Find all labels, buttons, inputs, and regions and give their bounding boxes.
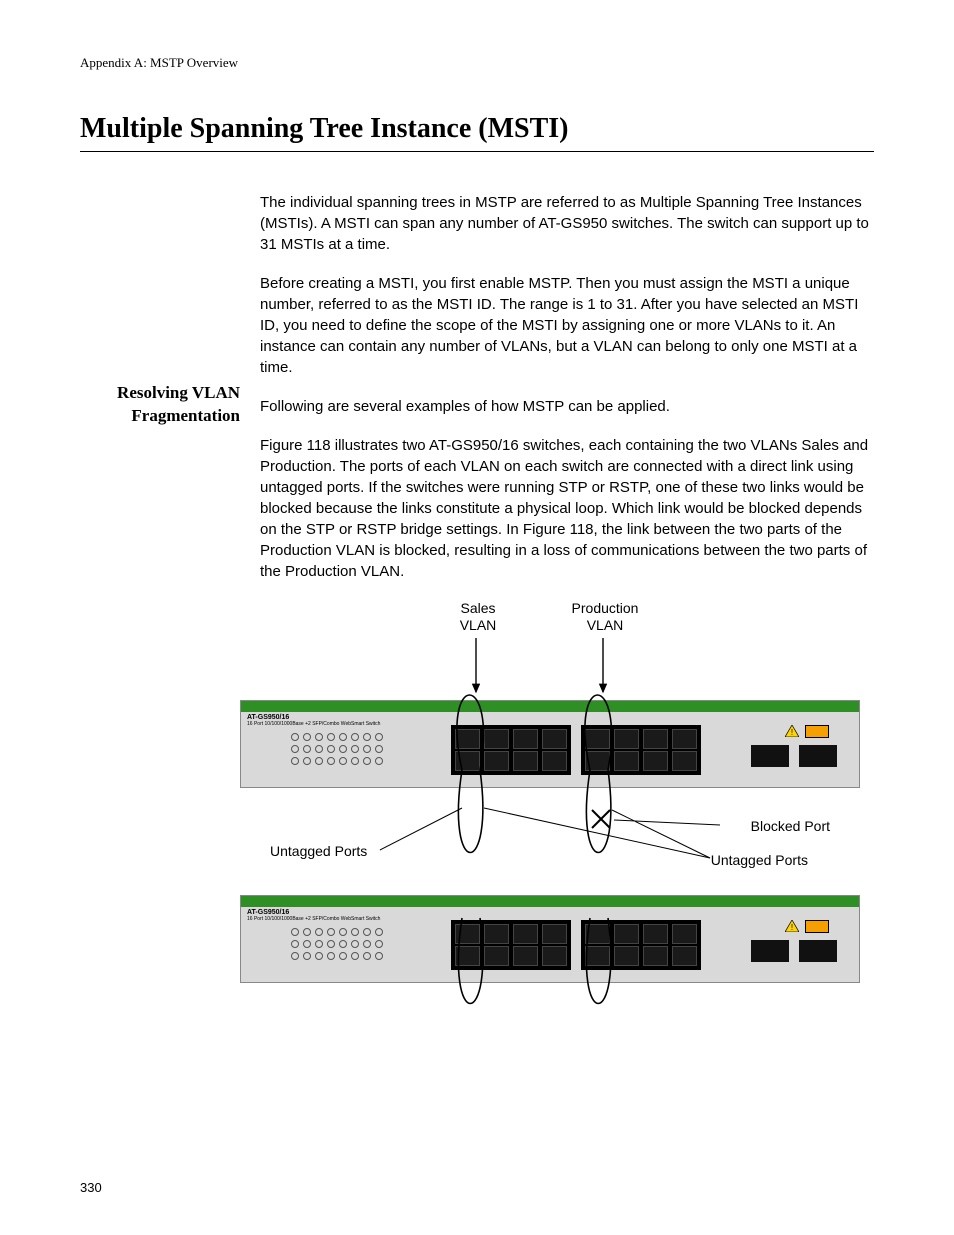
figure-vlan-fragmentation: Sales VLAN Production VLAN Blocked Port … — [240, 600, 860, 1060]
switch-top: AT-GS950/16 16 Port 10/100/1000Base +2 S… — [240, 700, 860, 788]
label-untagged-ports-right: Untagged Ports — [711, 852, 808, 868]
document-page: Appendix A: MSTP Overview Multiple Spann… — [0, 0, 954, 1235]
label-production-vlan: Production VLAN — [560, 600, 650, 634]
port-block-1 — [451, 920, 571, 970]
sidehead-column: Resolving VLAN Fragmentation — [80, 192, 260, 600]
switch-brand-strip — [241, 896, 859, 907]
warning-icon: ! — [785, 920, 799, 932]
port-block-1 — [451, 725, 571, 775]
label-blocked-port: Blocked Port — [751, 818, 830, 834]
svg-text:!: ! — [791, 923, 793, 932]
running-header: Appendix A: MSTP Overview — [80, 55, 874, 71]
sfp-slots — [751, 940, 837, 962]
switch-bottom: AT-GS950/16 16 Port 10/100/1000Base +2 S… — [240, 895, 860, 983]
paragraph-3: Following are several examples of how MS… — [260, 396, 874, 417]
sfp-slots — [751, 745, 837, 767]
switch-model-label: AT-GS950/16 16 Port 10/100/1000Base +2 S… — [247, 714, 380, 727]
tag-icon — [805, 920, 829, 933]
paragraph-2: Before creating a MSTI, you first enable… — [260, 273, 874, 378]
switch-brand-strip — [241, 701, 859, 712]
text-column: The individual spanning trees in MSTP ar… — [260, 192, 874, 600]
paragraph-4: Figure 118 illustrates two AT-GS950/16 s… — [260, 435, 874, 582]
body-area: Resolving VLAN Fragmentation The individ… — [80, 192, 874, 600]
page-title: Multiple Spanning Tree Instance (MSTI) — [80, 113, 874, 152]
svg-text:!: ! — [791, 728, 793, 737]
sidehead-resolving-vlan: Resolving VLAN Fragmentation — [80, 382, 240, 428]
port-block-2 — [581, 920, 701, 970]
label-untagged-ports-left: Untagged Ports — [270, 843, 367, 859]
led-block — [291, 733, 411, 775]
paragraph-1: The individual spanning trees in MSTP ar… — [260, 192, 874, 255]
page-number: 330 — [80, 1180, 102, 1195]
tag-icon — [805, 725, 829, 738]
label-sales-vlan: Sales VLAN — [448, 600, 508, 634]
port-block-2 — [581, 725, 701, 775]
warning-icon: ! — [785, 725, 799, 737]
switch-model-label: AT-GS950/16 16 Port 10/100/1000Base +2 S… — [247, 909, 380, 922]
led-block — [291, 928, 411, 970]
